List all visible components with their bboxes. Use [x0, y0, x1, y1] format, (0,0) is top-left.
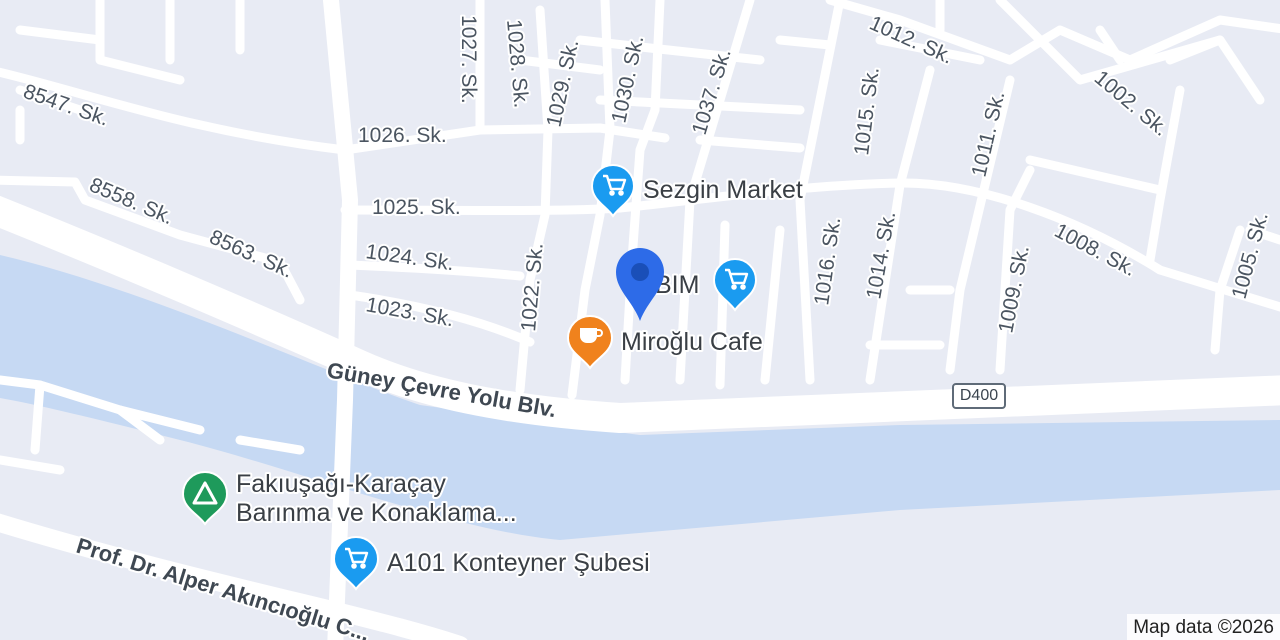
street-label-1027: 1027. Sk. — [457, 15, 480, 104]
location-pin-dot — [631, 263, 649, 281]
poi-label-a101: A101 Konteyner Şubesi — [387, 549, 650, 577]
street-label-1025: 1025. Sk. — [372, 196, 461, 219]
map-base-layer: 8547. Sk. 1026. Sk. 1027. Sk. 1028. Sk. … — [0, 0, 1280, 640]
poi-label-miroglu: Miroğlu Cafe — [621, 328, 763, 356]
poi-label-fakiusagi-line1: Fakıuşağı-Karaçay — [236, 470, 446, 498]
street-label-1026: 1026. Sk. — [358, 124, 447, 147]
map-attribution[interactable]: Map data ©2026 — [1127, 614, 1280, 640]
poi-label-fakiusagi-line2: Barınma ve Konaklama... — [236, 499, 517, 527]
poi-label-sezgin: Sezgin Market — [643, 176, 803, 204]
route-shield-d400: D400 — [952, 383, 1006, 409]
map-canvas[interactable]: 8547. Sk. 1026. Sk. 1027. Sk. 1028. Sk. … — [0, 0, 1280, 640]
